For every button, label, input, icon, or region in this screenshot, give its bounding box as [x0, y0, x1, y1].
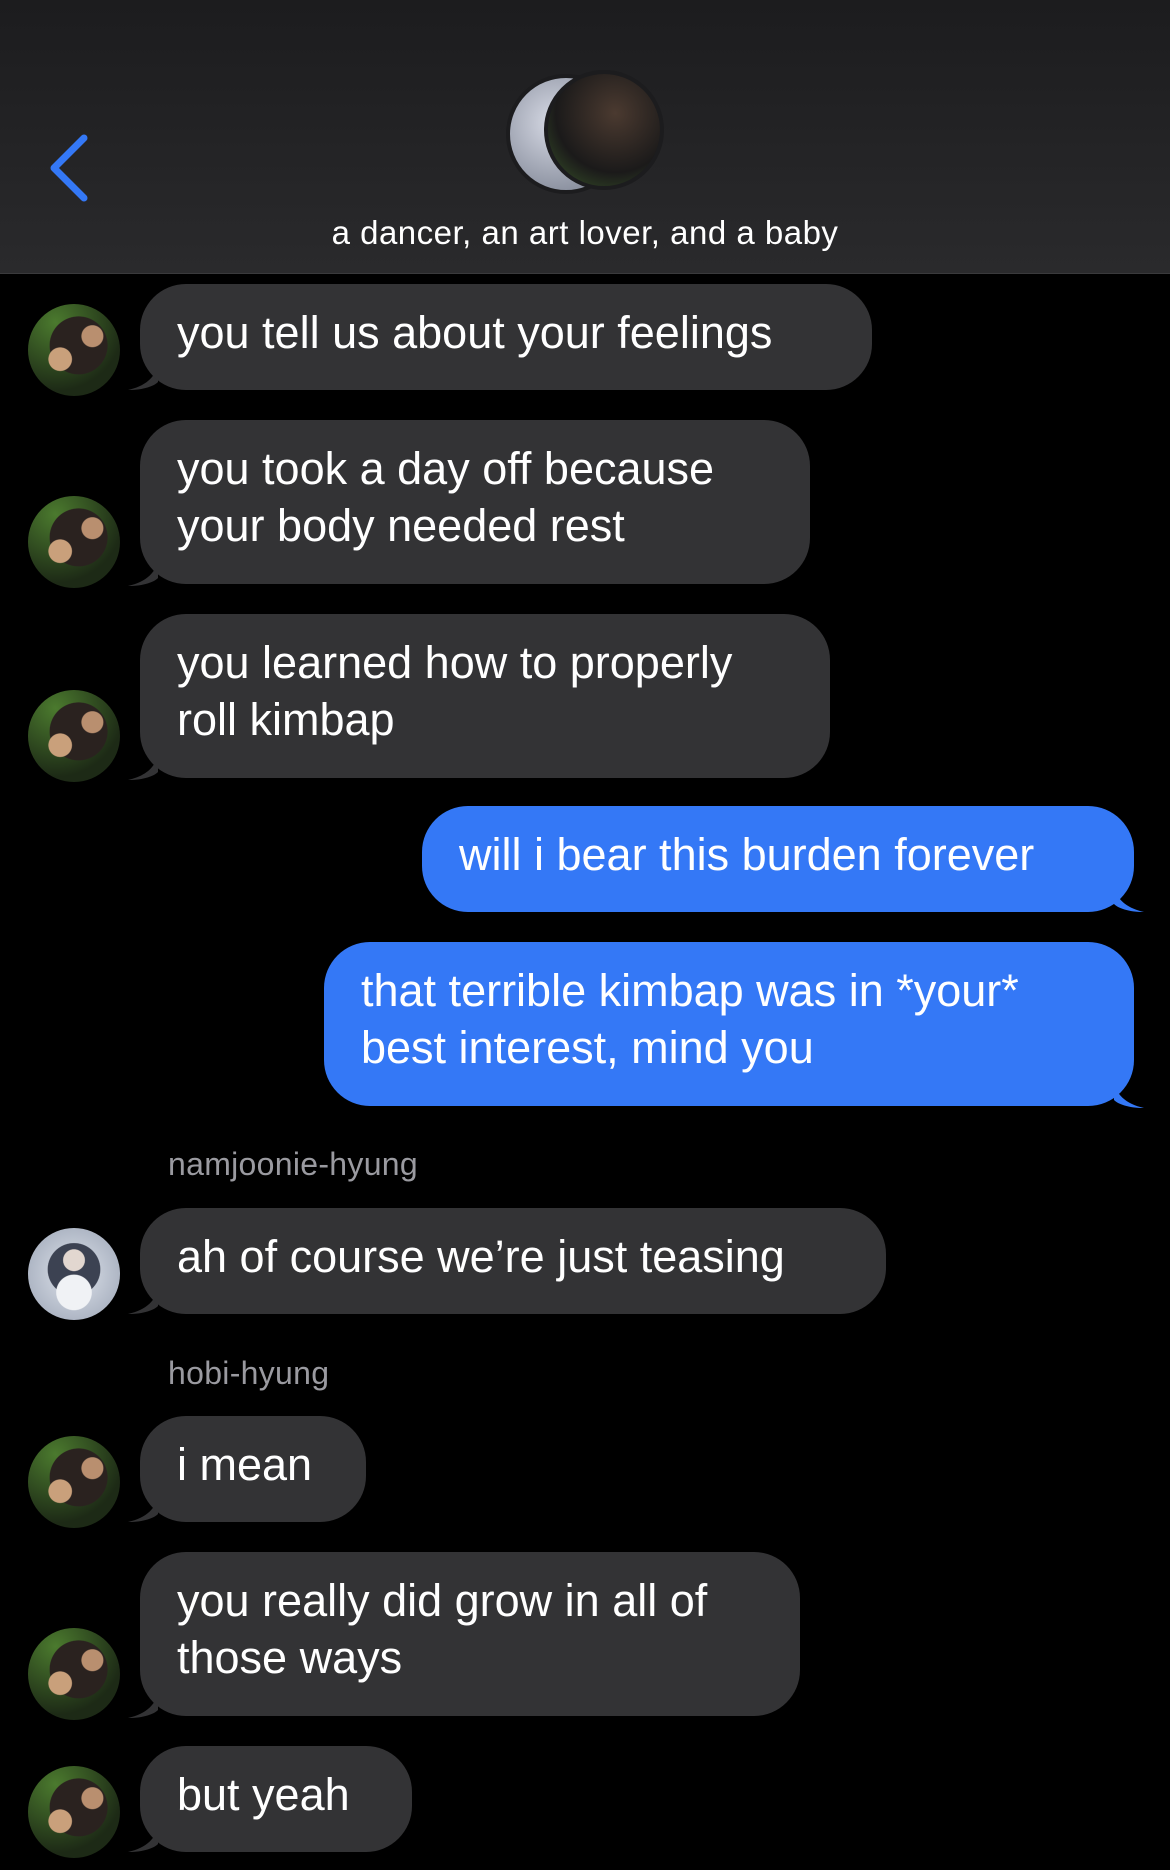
conversation-header: a dancer, an art lover, and a baby: [0, 0, 1170, 274]
message-bubble[interactable]: i mean: [140, 1416, 366, 1522]
message-bubble[interactable]: will i bear this burden forever: [422, 806, 1134, 912]
group-name[interactable]: a dancer, an art lover, and a baby: [0, 214, 1170, 252]
avatar[interactable]: [28, 690, 120, 782]
message-bubble[interactable]: but yeah: [140, 1746, 412, 1852]
sender-name: hobi-hyung: [168, 1355, 330, 1391]
message-bubble[interactable]: you tell us about your feelings: [140, 284, 872, 390]
avatar[interactable]: [28, 1228, 120, 1320]
group-avatar-member-2: [544, 70, 664, 190]
avatar[interactable]: [28, 304, 120, 396]
message-bubble[interactable]: you really did grow in all of those ways: [140, 1552, 800, 1716]
message-bubble[interactable]: you learned how to properly roll kimbap: [140, 614, 830, 778]
chevron-left-icon: [50, 134, 88, 202]
avatar[interactable]: [28, 1436, 120, 1528]
message-bubble[interactable]: ah of course we’re just teasing: [140, 1208, 886, 1314]
sender-name: namjoonie-hyung: [168, 1146, 418, 1182]
avatar[interactable]: [28, 1628, 120, 1720]
message-bubble[interactable]: you took a day off because your body nee…: [140, 420, 810, 584]
avatar[interactable]: [28, 1766, 120, 1858]
message-bubble[interactable]: that terrible kimbap was in *your* best …: [324, 942, 1134, 1106]
avatar[interactable]: [28, 496, 120, 588]
back-button[interactable]: [40, 128, 100, 208]
group-avatar[interactable]: [506, 70, 666, 198]
